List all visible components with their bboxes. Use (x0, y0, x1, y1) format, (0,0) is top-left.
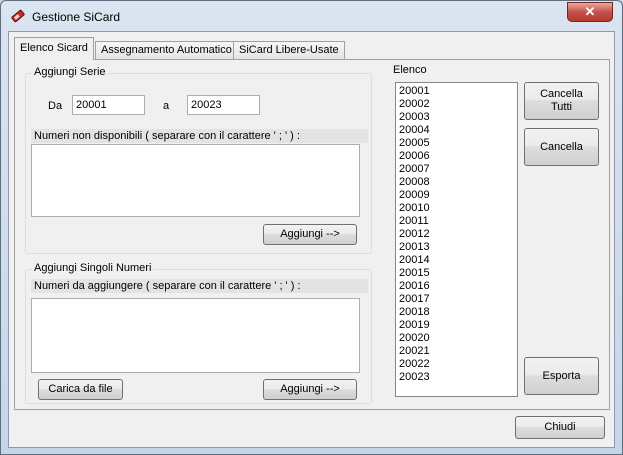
button-label-line: Cancella (540, 88, 583, 100)
serie-from-input[interactable] (72, 95, 145, 115)
list-item[interactable]: 20015 (399, 267, 517, 280)
list-item[interactable]: 20022 (399, 358, 517, 371)
close-icon: ✕ (584, 4, 596, 19)
to-label: a (163, 100, 170, 112)
list-item[interactable]: 20018 (399, 306, 517, 319)
list-item[interactable]: 20013 (399, 241, 517, 254)
list-item[interactable]: 20021 (399, 345, 517, 358)
close-dialog-button[interactable]: Chiudi (515, 416, 605, 439)
list-item[interactable]: 20014 (399, 254, 517, 267)
list-item[interactable]: 20003 (399, 111, 517, 124)
tab-panel-elenco-sicard: Aggiungi Serie Da a Numeri non disponibi… (14, 59, 610, 410)
export-button[interactable]: Esporta (524, 357, 599, 395)
main-window: Gestione SiCard ✕ Elenco Sicard Assegnam… (0, 0, 623, 455)
elenco-label: Elenco (393, 64, 427, 76)
delete-button[interactable]: Cancella (524, 128, 599, 166)
group-legend: Aggiungi Serie (32, 66, 108, 78)
list-item[interactable]: 20002 (399, 98, 517, 111)
tab-assegnamento-automatico[interactable]: Assegnamento Automatico (95, 41, 238, 59)
group-aggiungi-serie: Aggiungi Serie Da a Numeri non disponibi… (25, 66, 372, 254)
list-item[interactable]: 20005 (399, 137, 517, 150)
numbers-to-add-label: Numeri da aggiungere ( separare con il c… (31, 279, 368, 293)
list-item[interactable]: 20012 (399, 228, 517, 241)
list-item[interactable]: 20006 (399, 150, 517, 163)
list-item[interactable]: 20020 (399, 332, 517, 345)
list-item[interactable]: 20016 (399, 280, 517, 293)
load-from-file-button[interactable]: Carica da file (38, 379, 123, 400)
list-item[interactable]: 20017 (399, 293, 517, 306)
title-bar[interactable]: Gestione SiCard ✕ (1, 1, 622, 31)
clear-all-button[interactable]: Cancella Tutti (524, 82, 599, 120)
list-item[interactable]: 20023 (399, 371, 517, 384)
window-title: Gestione SiCard (32, 10, 121, 24)
tab-label: SiCard Libere-Usate (239, 44, 339, 56)
unavailable-numbers-textarea[interactable] (31, 144, 360, 217)
tab-elenco-sicard[interactable]: Elenco Sicard (14, 37, 94, 60)
tab-sicard-libere-usate[interactable]: SiCard Libere-Usate (233, 41, 345, 59)
from-label: Da (48, 100, 63, 112)
button-label-line: Tutti (551, 101, 572, 113)
list-item[interactable]: 20004 (399, 124, 517, 137)
tab-label: Elenco Sicard (20, 42, 88, 54)
window-client-area: Elenco Sicard Assegnamento Automatico Si… (8, 31, 615, 448)
list-item[interactable]: 20007 (399, 163, 517, 176)
list-item[interactable]: 20019 (399, 319, 517, 332)
list-item[interactable]: 20011 (399, 215, 517, 228)
serie-to-input[interactable] (187, 95, 260, 115)
tab-label: Assegnamento Automatico (101, 44, 232, 56)
elenco-listbox[interactable]: 20001 20002 20003 20004 20005 20006 20007 20008… (395, 82, 518, 397)
list-item[interactable]: 20010 (399, 202, 517, 215)
singoli-add-button[interactable]: Aggiungi --> (263, 379, 357, 400)
unavailable-numbers-label: Numeri non disponibili ( separare con il… (31, 129, 368, 143)
serie-add-button[interactable]: Aggiungi --> (263, 224, 357, 245)
list-item[interactable]: 20001 (399, 85, 517, 98)
group-legend: Aggiungi Singoli Numeri (32, 262, 154, 274)
close-window-button[interactable]: ✕ (567, 2, 613, 22)
sicard-app-icon (11, 9, 25, 23)
group-aggiungi-singoli: Aggiungi Singoli Numeri Numeri da aggiun… (25, 262, 372, 404)
list-item[interactable]: 20009 (399, 189, 517, 202)
numbers-to-add-textarea[interactable] (31, 298, 360, 373)
list-item[interactable]: 20008 (399, 176, 517, 189)
